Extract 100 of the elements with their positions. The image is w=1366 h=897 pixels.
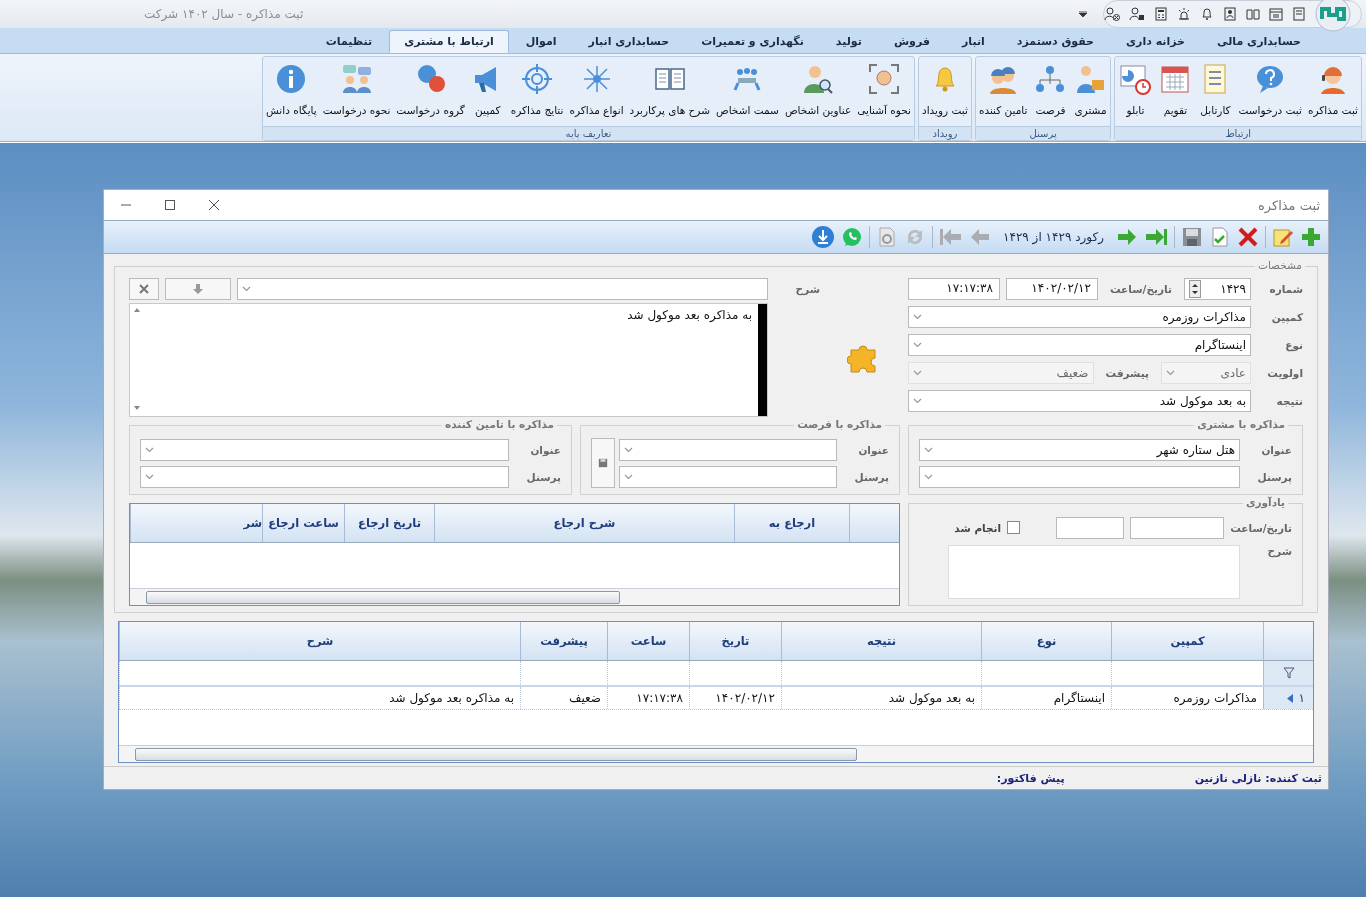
ribbon-button[interactable]: مشتری <box>1070 60 1111 118</box>
window-title: ثبت مذاکره <box>1258 197 1320 213</box>
time-field[interactable]: ۱۷:۱۷:۳۸ <box>908 277 1000 300</box>
ribbon-button[interactable]: ثبت درخواست <box>1235 60 1305 118</box>
whatsapp-icon[interactable] <box>841 226 863 248</box>
save-button[interactable] <box>591 438 615 488</box>
menu-tab[interactable]: حسابداری مالی <box>1202 30 1316 53</box>
delete-icon[interactable] <box>1237 226 1259 248</box>
first-record-icon[interactable] <box>939 226 963 248</box>
bell-icon[interactable] <box>1200 7 1214 21</box>
app-logo[interactable] <box>1315 0 1351 32</box>
close-icon[interactable] <box>208 199 220 211</box>
ribbon-button[interactable]: پایگاه دانش <box>262 60 320 118</box>
menu-tab[interactable]: انبار <box>946 30 1000 53</box>
ribbon-button[interactable]: انواع مذاکره <box>566 60 627 118</box>
calendar-icon[interactable] <box>1269 7 1283 21</box>
save-icon[interactable] <box>1181 226 1203 248</box>
ribbon-button[interactable]: کارتابل <box>1195 60 1236 118</box>
number-spinner[interactable]: ۱۴۲۹ <box>1183 277 1251 300</box>
table-cell: اینستاگرام <box>981 687 1111 709</box>
column-header[interactable]: شرح ارجاع <box>434 504 734 542</box>
app-title: ثبت مذاکره - سال ۱۴۰۲ شرکت <box>144 7 304 21</box>
lookup-dropdown[interactable]: هتل ستاره شهر <box>919 438 1240 461</box>
calculator-icon[interactable] <box>1154 7 1168 21</box>
ribbon-button[interactable]: ثبت رویداد <box>918 60 971 118</box>
field-label: تاریخ/ساعت <box>1110 282 1172 295</box>
ribbon-button[interactable]: ثبت مذاکره <box>1304 60 1361 118</box>
menu-tab[interactable]: خزانه داری <box>1111 30 1201 53</box>
ribbon-button[interactable]: نحوه درخواست <box>319 60 394 118</box>
date-field[interactable] <box>1130 516 1225 539</box>
download-icon[interactable] <box>811 225 835 249</box>
lookup-dropdown[interactable] <box>140 465 509 488</box>
lookup-dropdown[interactable] <box>140 438 509 461</box>
column-header[interactable]: تاریخ ارجاع <box>344 504 434 542</box>
description-dropdown[interactable] <box>237 277 768 300</box>
column-header[interactable]: نوع <box>981 622 1111 660</box>
campaign-dropdown[interactable]: مذاکرات روزمره <box>908 305 1251 328</box>
document-check-icon[interactable] <box>1209 226 1231 248</box>
horizontal-scrollbar[interactable] <box>130 588 899 605</box>
column-header[interactable]: ساعت <box>607 622 689 660</box>
maximize-icon[interactable] <box>164 199 176 211</box>
column-header[interactable]: پیشرفت <box>520 622 607 660</box>
caret-icon <box>913 341 922 348</box>
chart-board-icon <box>1118 62 1153 96</box>
table-cell: به بعد موکول شد <box>781 687 981 709</box>
ribbon-button[interactable]: تابلو <box>1115 60 1156 118</box>
insert-button[interactable] <box>165 277 231 300</box>
menu-tab[interactable]: حسابداری انبار <box>573 30 685 53</box>
field-label: عنوان <box>529 443 561 456</box>
ribbon-button[interactable]: کمپین <box>467 60 508 118</box>
spinner-arrows-icon[interactable] <box>1188 279 1201 298</box>
contact-card-icon[interactable] <box>1223 7 1237 21</box>
ribbon-button[interactable]: تامین کننده <box>975 60 1031 118</box>
ribbon-button[interactable]: گروه درخواست <box>393 60 468 118</box>
menu-tab[interactable]: اموال <box>510 30 572 53</box>
user-lock-icon[interactable] <box>1129 7 1145 21</box>
lookup-dropdown[interactable] <box>619 438 837 461</box>
checkbox[interactable] <box>1007 521 1021 534</box>
field-label: کمپین <box>1270 310 1303 323</box>
ribbon-button[interactable]: عناوین اشخاص <box>781 60 855 118</box>
menu-tab[interactable]: تولید <box>820 30 877 53</box>
clipboard-icon[interactable] <box>1292 7 1306 21</box>
user-remove-icon[interactable] <box>1104 7 1120 21</box>
menu-tab[interactable]: حقوق دستمزد <box>1001 30 1110 53</box>
result-dropdown[interactable]: به بعد موکول شد <box>908 389 1251 412</box>
ribbon-button[interactable]: نتایج مذاکره <box>507 60 567 118</box>
ribbon-button[interactable]: شرح های پرکاربرد <box>626 60 713 118</box>
document-refresh-icon[interactable] <box>876 226 898 248</box>
column-header[interactable]: تاریخ <box>689 622 781 660</box>
add-icon[interactable] <box>1300 226 1322 248</box>
ribbon-button[interactable]: نحوه آشنایی <box>854 60 914 118</box>
row-indicator[interactable]: ۱ <box>1263 687 1313 709</box>
horizontal-scrollbar[interactable] <box>119 745 1313 762</box>
filter-icon[interactable] <box>1282 667 1295 679</box>
date-field[interactable]: ۱۴۰۲/۰۲/۱۲ <box>1006 277 1098 300</box>
description-textarea[interactable]: به مذاکره بعد موکول شد <box>129 303 768 417</box>
column-header[interactable]: ساعت ارجاع <box>262 504 344 542</box>
ribbon-button[interactable]: تقویم <box>1155 60 1196 118</box>
clear-button[interactable] <box>129 277 159 300</box>
next-record-icon[interactable] <box>1116 226 1138 248</box>
alarm-light-icon[interactable] <box>1177 7 1191 21</box>
column-header[interactable]: شرح <box>119 622 520 660</box>
edit-icon[interactable] <box>1272 226 1294 248</box>
column-header[interactable]: نتیجه <box>781 622 981 660</box>
menu-tab[interactable]: ارتباط با مشتری <box>389 30 509 53</box>
column-header[interactable]: شر <box>130 504 262 542</box>
book-icon[interactable] <box>1246 7 1260 21</box>
lookup-dropdown[interactable] <box>619 465 837 488</box>
time-field[interactable] <box>1056 516 1125 539</box>
type-dropdown[interactable]: اینستاگرام <box>908 333 1251 356</box>
column-header[interactable]: کمپین <box>1111 622 1263 660</box>
ribbon-button[interactable]: فرصت <box>1030 60 1071 118</box>
lookup-dropdown[interactable] <box>919 465 1240 488</box>
menu-tab[interactable]: تنظیمات <box>310 30 388 53</box>
menu-tab[interactable]: نگهداری و تعمیرات <box>686 30 819 53</box>
last-record-icon[interactable] <box>1144 226 1168 248</box>
dropdown-caret-icon[interactable] <box>1079 11 1087 17</box>
column-header[interactable]: ارجاع به <box>734 504 849 542</box>
menu-tab[interactable]: فروش <box>878 30 945 53</box>
ribbon-button[interactable]: سمت اشخاص <box>712 60 782 118</box>
